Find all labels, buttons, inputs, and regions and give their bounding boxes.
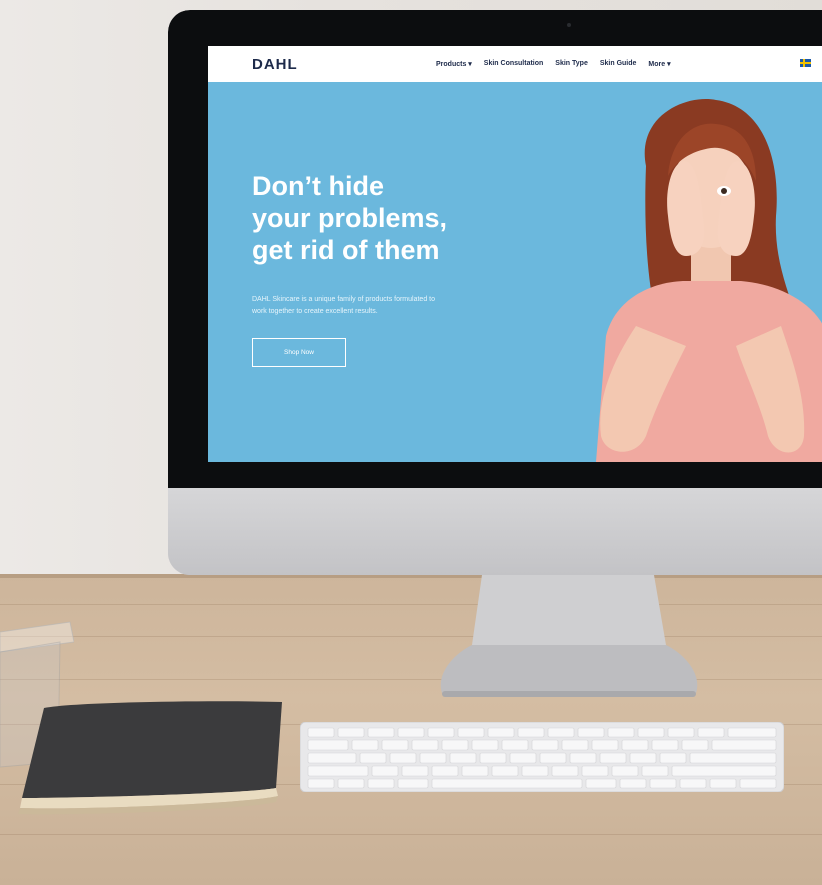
hero-headline: Don’t hide your problems, get rid of the… <box>252 170 512 266</box>
camera-icon <box>567 23 571 27</box>
monitor-bezel: DAHL Products ▾ Skin Consultation Skin T… <box>168 10 822 488</box>
main-nav: Products ▾ Skin Consultation Skin Type S… <box>436 60 671 68</box>
imac-monitor: DAHL Products ▾ Skin Consultation Skin T… <box>168 10 822 575</box>
hero-woman-photo <box>596 99 822 462</box>
nav-more[interactable]: More ▾ <box>648 60 670 68</box>
headline-line-3: get rid of them <box>252 235 440 265</box>
site-header: DAHL Products ▾ Skin Consultation Skin T… <box>208 46 822 82</box>
shop-now-button[interactable]: Shop Now <box>252 338 346 367</box>
nav-skin-type[interactable]: Skin Type <box>555 60 588 68</box>
nav-products[interactable]: Products ▾ <box>436 60 472 68</box>
monitor-stand <box>440 575 698 697</box>
notebook <box>18 701 282 815</box>
subtitle-line-1: DAHL Skincare is a unique family of prod… <box>252 296 435 303</box>
nav-skin-consultation[interactable]: Skin Consultation <box>484 60 544 68</box>
subtitle-line-2: work together to create excellent result… <box>252 308 378 315</box>
hero-subtitle: DAHL Skincare is a unique family of prod… <box>252 294 492 318</box>
keyboard <box>300 722 784 792</box>
sweden-flag-icon[interactable] <box>800 59 811 67</box>
website-screen: DAHL Products ▾ Skin Consultation Skin T… <box>208 46 822 462</box>
site-logo[interactable]: DAHL <box>252 56 298 73</box>
nav-skin-guide[interactable]: Skin Guide <box>600 60 637 68</box>
monitor-chin <box>168 488 822 575</box>
headline-line-1: Don’t hide <box>252 171 384 201</box>
headline-line-2: your problems, <box>252 203 448 233</box>
